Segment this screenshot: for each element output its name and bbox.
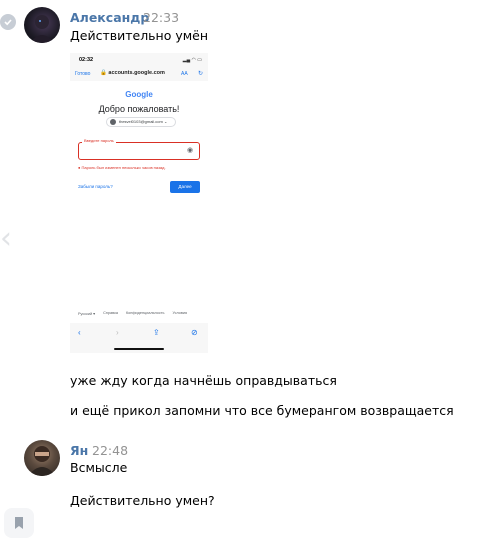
message-text: и ещё прикол запомни что все бумерангом …	[70, 403, 454, 418]
compass-icon: ⊘	[191, 328, 198, 337]
message-select-check[interactable]	[0, 14, 16, 30]
google-logo: Google	[125, 90, 153, 99]
author-name[interactable]: Александр	[70, 10, 149, 25]
forward-icon: ›	[116, 328, 119, 337]
eye-icon: ◉	[187, 147, 194, 154]
welcome-heading: Добро пожаловать!	[98, 104, 180, 114]
avatar[interactable]	[24, 7, 60, 43]
account-email: thesvel0103@gmail.com	[119, 119, 163, 124]
password-field	[78, 142, 200, 160]
google-footer: Русский ▾ Справка Конфиденциальность Усл…	[78, 311, 204, 316]
footer-terms: Условия	[172, 311, 188, 315]
account-chip: thesvel0103@gmail.com ⌄	[106, 117, 176, 127]
check-icon	[4, 19, 12, 26]
message-text: уже жду когда начнёшь оправдываться	[70, 373, 337, 388]
attached-image[interactable]: 02:32 ▂▄ ◠ ▭ Готово 🔒 accounts.google.co…	[70, 53, 208, 353]
footer-help: Справка	[103, 311, 118, 315]
next-button: Далее	[170, 181, 200, 193]
bookmark-button[interactable]	[4, 508, 34, 538]
status-time: 02:32	[79, 57, 94, 63]
account-icon	[110, 119, 116, 125]
footer-privacy: Конфиденциальность	[125, 311, 165, 315]
forgot-password-link: Забыли пароль?	[78, 184, 113, 189]
message-text: Всмысле	[70, 460, 128, 475]
footer-language: Русский ▾	[78, 312, 96, 316]
message-time[interactable]: 22:48	[92, 443, 128, 458]
home-indicator	[114, 348, 164, 350]
browser-bottom-bar: ‹ › ⇪ ⊘	[70, 323, 208, 353]
password-error: ● Пароль был изменен несколько часов наз…	[78, 165, 166, 170]
text-size-button: AA	[181, 71, 188, 77]
status-icons: ▂▄ ◠ ▭	[182, 57, 202, 63]
message-text: Действительно умён	[70, 28, 209, 43]
message-text: Действительно умен?	[70, 493, 215, 508]
share-icon: ⇪	[153, 328, 160, 337]
author-name[interactable]: Ян	[70, 443, 88, 458]
error-icon: ●	[78, 165, 81, 170]
back-icon: ‹	[78, 328, 81, 337]
done-button: Готово	[75, 71, 91, 77]
url-bar: 🔒 accounts.google.com	[100, 70, 165, 76]
message-time[interactable]: 22:33	[143, 10, 179, 25]
reload-icon: ↻	[198, 71, 204, 77]
lock-icon: 🔒	[100, 70, 107, 76]
browser-toolbar: 02:32 ▂▄ ◠ ▭ Готово 🔒 accounts.google.co…	[70, 53, 208, 81]
bookmark-icon	[15, 517, 23, 529]
avatar[interactable]	[24, 440, 60, 476]
password-field-label: Введите пароль	[82, 138, 116, 143]
back-arrow-icon[interactable]: ‹	[0, 224, 12, 254]
